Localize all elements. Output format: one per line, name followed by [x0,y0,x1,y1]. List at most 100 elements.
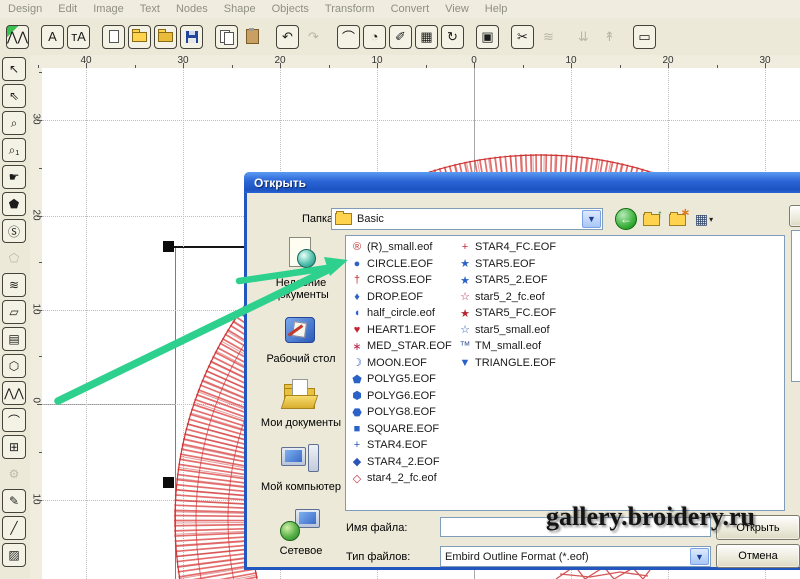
place-network[interactable]: Сетевое [259,505,343,557]
ribbon-tool[interactable]: ≋ [2,273,26,297]
up-level-button[interactable]: ↑ [641,208,665,230]
text-tool-button-glyph: A [48,29,57,44]
place-desktop[interactable]: Рабочий стол [259,313,343,365]
view-menu-button[interactable]: ▦▾ [693,208,717,230]
hoop-frame-button[interactable]: ▭ [633,25,656,49]
filetype-combobox[interactable]: Embird Outline Format (*.eof) ▼ [440,546,711,567]
file-item[interactable]: ∗MED_STAR.EOF [350,338,452,355]
folder-dropdown-arrow[interactable]: ▼ [582,210,601,228]
hatch-tool[interactable]: ▨ [2,543,26,567]
menu-text[interactable]: Text [132,3,168,15]
place-my-documents[interactable]: Мои документы [259,377,343,429]
fan-fill-tool[interactable]: ▤ [2,327,26,351]
new-file-button[interactable] [102,25,125,49]
redo-button-glyph: ↷ [308,29,319,45]
file-item[interactable]: ★STAR5_2.EOF [458,272,556,289]
file-list[interactable]: ®(R)_small.eof●CIRCLE.EOF†CROSS.EOF♦DROP… [345,235,785,511]
undo-button[interactable]: ↶ [276,25,299,49]
file-icon: ◇ [350,472,364,485]
menu-design[interactable]: Design [0,3,50,15]
menu-image[interactable]: Image [85,3,132,15]
shape-plus-tool[interactable]: ⊞ [2,435,26,459]
menu-transform[interactable]: Transform [317,3,383,15]
outline-quad-tool[interactable]: ▱ [2,300,26,324]
selection-handle-top-left[interactable] [163,241,174,252]
place-recent-documents[interactable]: Недавние документы [259,237,343,301]
file-item[interactable]: ♦DROP.EOF [350,289,452,306]
text-tool-button[interactable]: A [41,25,64,49]
file-item[interactable]: ●CIRCLE.EOF [350,256,452,273]
menu-nodes[interactable]: Nodes [168,3,216,15]
fill-s-shape-tool[interactable]: Ⓢ [2,219,26,243]
folder-combobox[interactable]: Basic ▼ [331,208,603,230]
cutoff-button[interactable] [789,205,800,227]
dialog-titlebar[interactable]: Открыть [244,172,800,193]
embird-logo-button[interactable]: ⋀⋀ [6,25,29,49]
import-file-button[interactable] [154,25,177,49]
file-item[interactable]: ♥HEART1.EOF [350,322,452,339]
menu-objects[interactable]: Objects [264,3,317,15]
file-item[interactable]: ■SQUARE.EOF [350,421,452,438]
text-transform-button[interactable]: тA [67,25,90,49]
ruler-corner [30,55,42,68]
window-mode-button[interactable]: ▣ [476,25,499,49]
pen-tool[interactable]: ✎ [2,489,26,513]
menu-help[interactable]: Help [477,3,516,15]
file-item[interactable]: ◆STAR4_2.EOF [350,454,452,471]
file-item[interactable]: ™TM_small.eof [458,338,556,355]
file-item[interactable]: †CROSS.EOF [350,272,452,289]
node-edit-tool[interactable]: ⇖ [2,84,26,108]
cancel-button[interactable]: Отмена [716,544,800,568]
zoom-tool[interactable]: ⌕ [2,111,26,135]
file-name: STAR5_2.EOF [475,274,548,286]
file-item[interactable]: +STAR4_FC.EOF [458,239,556,256]
zigzag-stitch-tool-glyph: ⋀⋀ [4,386,24,400]
outline-quad-tool-glyph: ▱ [9,305,18,319]
knife-tool[interactable]: ╱ [2,516,26,540]
file-item[interactable]: ☆star5_2_fc.eof [458,289,556,306]
my-documents-icon [279,377,323,415]
file-item[interactable]: ★STAR5.EOF [458,256,556,273]
file-item[interactable]: ◖half_circle.eof [350,305,452,322]
outline-polygon-tool[interactable]: ⬡ [2,354,26,378]
menu-view[interactable]: View [437,3,477,15]
watermark: gallery.broidery.ru [546,502,755,532]
file-item[interactable]: ®(R)_small.eof [350,239,452,256]
fill-shape-tool[interactable]: ⬟ [2,192,26,216]
file-item[interactable]: ⬣POLYG8.EOF [350,404,452,421]
new-folder-button[interactable]: ∗ [667,208,691,230]
file-item[interactable]: ⬟POLYG5.EOF [350,371,452,388]
file-item[interactable]: ◇star4_2_fc.eof [350,470,452,487]
file-item[interactable]: ⬢POLYG6.EOF [350,388,452,405]
file-name: TRIANGLE.EOF [475,357,556,369]
file-icon: ⬣ [350,406,364,419]
arc-tool[interactable]: ⌒ [2,408,26,432]
place-my-computer[interactable]: Мой компьютер [259,441,343,493]
file-item[interactable]: ▼TRIANGLE.EOF [458,355,556,372]
select-tool[interactable]: ↖ [2,57,26,81]
speed-gauge-button[interactable]: ◔ [363,25,386,49]
eye-scissors-button[interactable]: ✂ [511,25,534,49]
open-file-button[interactable] [128,25,151,49]
filetype-dropdown-arrow[interactable]: ▼ [690,548,709,565]
file-item[interactable]: ★STAR5_FC.EOF [458,305,556,322]
back-button[interactable]: ← [615,208,639,230]
file-item[interactable]: +STAR4.EOF [350,437,452,454]
file-item[interactable]: ☽MOON.EOF [350,355,452,372]
pan-hand-tool[interactable]: ☛ [2,165,26,189]
save-file-button[interactable] [180,25,203,49]
copy-button[interactable] [215,25,238,49]
menu-edit[interactable]: Edit [50,3,85,15]
sewing-simulator-button[interactable]: ✐ [389,25,412,49]
file-item[interactable]: ☆star5_small.eof [458,322,556,339]
zoom-one-tool[interactable]: ⌕₁ [2,138,26,162]
rotate-selection-button[interactable]: ↻ [441,25,464,49]
image-grid-button[interactable]: ▦ [415,25,438,49]
zigzag-stitch-tool[interactable]: ⋀⋀ [2,381,26,405]
curve-measure-button[interactable]: ⌒ [337,25,360,49]
filename-label: Имя файла: [346,522,407,534]
menu-shape[interactable]: Shape [216,3,264,15]
shape-tool-disabled-glyph: ⬠ [9,251,19,265]
selection-handle-middle-left[interactable] [163,477,174,488]
menu-convert[interactable]: Convert [383,3,438,15]
